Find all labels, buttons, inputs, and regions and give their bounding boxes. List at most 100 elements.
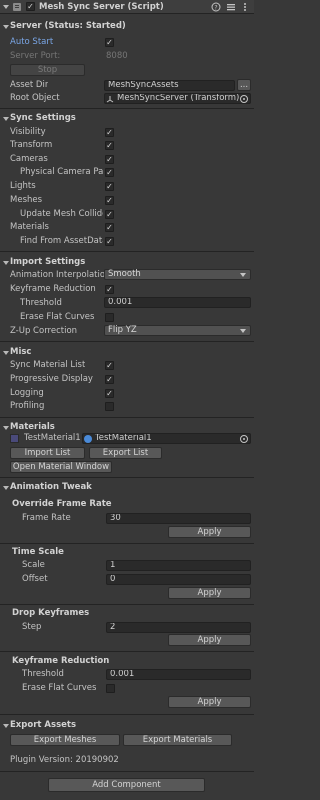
physical-camera-checkbox[interactable]: ✓ bbox=[105, 168, 114, 177]
root-object-label: Root Object bbox=[10, 93, 60, 103]
divider bbox=[0, 714, 254, 715]
add-component-button[interactable]: Add Component bbox=[48, 778, 205, 792]
server-foldout-icon[interactable] bbox=[3, 25, 9, 29]
offset-field[interactable]: 0 bbox=[106, 574, 251, 585]
materials-foldout-icon[interactable] bbox=[3, 426, 9, 430]
erase-flat-curves-label: Erase Flat Curves bbox=[20, 312, 95, 322]
material-color-swatch[interactable] bbox=[10, 434, 19, 443]
sync-item-label: Find From AssetDatabase bbox=[20, 236, 103, 246]
frame-rate-field[interactable]: 30 bbox=[106, 513, 251, 524]
apply-frame-rate-button[interactable]: Apply bbox=[168, 526, 251, 538]
sync-material-list-checkbox[interactable]: ✓ bbox=[105, 361, 114, 370]
z-up-correction-dropdown[interactable]: Flip YZ bbox=[104, 325, 251, 336]
keyframe-reduction-checkbox[interactable]: ✓ bbox=[105, 285, 114, 294]
settings-icon[interactable] bbox=[226, 2, 236, 12]
erase-flat-curves-checkbox[interactable] bbox=[105, 313, 114, 322]
lights-checkbox[interactable]: ✓ bbox=[105, 182, 114, 191]
svg-text:?: ? bbox=[214, 5, 217, 12]
sync-item-label: Visibility bbox=[10, 127, 46, 137]
material-object-field[interactable]: TestMaterial1 bbox=[82, 433, 251, 444]
asset-dir-label: Asset Dir bbox=[10, 80, 49, 90]
open-material-window-button[interactable]: Open Material Window bbox=[10, 461, 112, 473]
stop-button[interactable]: Stop bbox=[10, 64, 85, 76]
sync-settings-foldout-icon[interactable] bbox=[3, 117, 9, 121]
find-from-assetdatabase-checkbox[interactable]: ✓ bbox=[105, 237, 114, 246]
asset-dir-browse-button[interactable]: ... bbox=[237, 79, 251, 91]
auto-start-checkbox[interactable]: ✓ bbox=[105, 38, 114, 47]
misc-item-label: Progressive Display bbox=[10, 374, 93, 384]
export-assets-foldout-icon[interactable] bbox=[3, 724, 9, 728]
server-port-value: 8080 bbox=[106, 51, 128, 61]
override-frame-rate-title: Override Frame Rate bbox=[12, 499, 112, 509]
export-assets-title[interactable]: Export Assets bbox=[10, 720, 76, 730]
animation-interpolation-dropdown[interactable]: Smooth bbox=[104, 269, 251, 280]
more-icon[interactable] bbox=[240, 2, 250, 12]
tweak-erase-flat-curves-label: Erase Flat Curves bbox=[22, 683, 97, 693]
threshold-label: Threshold bbox=[20, 298, 62, 308]
apply-time-scale-button[interactable]: Apply bbox=[168, 587, 251, 599]
asset-dir-field[interactable]: MeshSyncAssets bbox=[104, 80, 235, 91]
sync-item-label: Materials bbox=[10, 222, 49, 232]
sync-item-label: Transform bbox=[10, 140, 53, 150]
offset-label: Offset bbox=[22, 574, 48, 584]
root-object-field[interactable]: MeshSyncServer (Transform) bbox=[104, 93, 251, 104]
misc-title[interactable]: Misc bbox=[10, 347, 31, 357]
help-icon[interactable]: ? bbox=[211, 2, 221, 12]
import-settings-title[interactable]: Import Settings bbox=[10, 257, 85, 267]
tweak-erase-flat-curves-checkbox[interactable] bbox=[106, 684, 115, 693]
export-meshes-button[interactable]: Export Meshes bbox=[10, 734, 120, 746]
foldout-arrow-icon[interactable] bbox=[3, 5, 9, 9]
animation-tweak-foldout-icon[interactable] bbox=[3, 486, 9, 490]
divider bbox=[0, 771, 254, 772]
materials-checkbox[interactable]: ✓ bbox=[105, 223, 114, 232]
materials-title[interactable]: Materials bbox=[10, 422, 55, 432]
cameras-checkbox[interactable]: ✓ bbox=[105, 155, 114, 164]
object-picker-icon[interactable] bbox=[240, 435, 248, 443]
server-section-title[interactable]: Server (Status: Started) bbox=[10, 21, 126, 31]
tweak-threshold-label: Threshold bbox=[22, 669, 64, 679]
material-icon bbox=[84, 435, 92, 443]
animation-tweak-title[interactable]: Animation Tweak bbox=[10, 482, 92, 492]
scale-label: Scale bbox=[22, 560, 45, 570]
misc-item-label: Logging bbox=[10, 388, 44, 398]
visibility-checkbox[interactable]: ✓ bbox=[105, 128, 114, 137]
component-header: ✓ Mesh Sync Server (Script) ? bbox=[0, 0, 254, 14]
divider bbox=[0, 251, 254, 252]
component-enabled-checkbox[interactable]: ✓ bbox=[26, 2, 35, 11]
object-picker-icon[interactable] bbox=[240, 95, 248, 103]
transform-icon bbox=[106, 95, 114, 103]
scale-field[interactable]: 1 bbox=[106, 560, 251, 571]
apply-keyframe-reduction-button[interactable]: Apply bbox=[168, 696, 251, 708]
import-settings-foldout-icon[interactable] bbox=[3, 261, 9, 265]
export-list-button[interactable]: Export List bbox=[89, 447, 162, 459]
server-port-label: Server Port: bbox=[10, 51, 61, 61]
sync-item-label: Lights bbox=[10, 181, 36, 191]
animation-interpolation-label: Animation Interpolation bbox=[10, 270, 111, 280]
divider bbox=[0, 108, 254, 109]
import-list-button[interactable]: Import List bbox=[10, 447, 85, 459]
profiling-checkbox[interactable] bbox=[105, 402, 114, 411]
logging-checkbox[interactable]: ✓ bbox=[105, 389, 114, 398]
tweak-threshold-field[interactable]: 0.001 bbox=[106, 669, 251, 680]
root-object-value: MeshSyncServer (Transform) bbox=[117, 93, 240, 103]
z-up-correction-label: Z-Up Correction bbox=[10, 326, 78, 336]
threshold-field[interactable]: 0.001 bbox=[104, 297, 251, 308]
sync-item-label: Meshes bbox=[10, 195, 43, 205]
misc-foldout-icon[interactable] bbox=[3, 351, 9, 355]
misc-item-label: Sync Material List bbox=[10, 360, 86, 370]
divider bbox=[0, 477, 254, 478]
keyframe-reduction-tweak-title: Keyframe Reduction bbox=[12, 656, 110, 666]
sync-settings-title[interactable]: Sync Settings bbox=[10, 113, 76, 123]
chevron-down-icon bbox=[240, 329, 246, 333]
transform-checkbox[interactable]: ✓ bbox=[105, 141, 114, 150]
apply-drop-keyframes-button[interactable]: Apply bbox=[168, 634, 251, 646]
drop-keyframes-title: Drop Keyframes bbox=[12, 608, 90, 618]
update-mesh-colliders-checkbox[interactable]: ✓ bbox=[105, 210, 114, 219]
auto-start-label: Auto Start bbox=[10, 37, 54, 47]
meshes-checkbox[interactable]: ✓ bbox=[105, 196, 114, 205]
divider bbox=[0, 604, 254, 605]
sync-item-label: Physical Camera Params bbox=[20, 167, 103, 177]
export-materials-button[interactable]: Export Materials bbox=[123, 734, 232, 746]
progressive-display-checkbox[interactable]: ✓ bbox=[105, 375, 114, 384]
step-field[interactable]: 2 bbox=[106, 622, 251, 633]
